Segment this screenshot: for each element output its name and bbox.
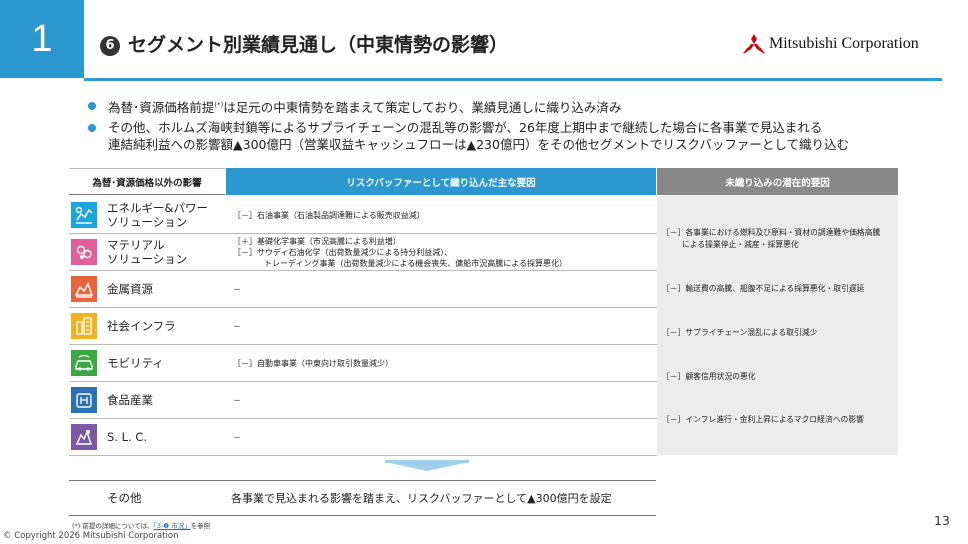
section-number: 1	[31, 17, 53, 60]
segment-buffer-detail: －	[233, 321, 241, 331]
segment-buffer-detail: ［－］石油事業（石油製品調達難による販売収益減）	[233, 210, 425, 220]
segment-buffer-detail: ［＋］基礎化学事業（市況高騰による利益増） ［－］サウディ石油化学（出荷数量減少に…	[233, 236, 567, 268]
potential-factor-item: ［－］顧客信用状況の悪化	[662, 372, 756, 381]
copyright: © Copyright 2026 Mitsubishi Corporation	[3, 531, 179, 541]
table-header-buffer-factors: リスクバッファーとして織り込んだ主な要因	[226, 168, 656, 195]
energy-icon	[71, 202, 97, 228]
segment-buffer-detail: ［－］自動車事業（中東向け取引数量減少）	[233, 358, 393, 368]
bullet-1: 為替･資源価格前提(*)は足元の中東情勢を踏まえて策定しており、業績見通しに織り…	[86, 97, 936, 116]
segment-name: マテリアル ソリューション	[107, 238, 188, 266]
segment-name: S. L. C.	[107, 430, 148, 444]
materials-icon	[71, 239, 97, 265]
page-title: 6 セグメント別業績見通し（中東情勢の影響）	[100, 30, 508, 57]
company-logo: Mitsubishi Corporation	[743, 34, 919, 53]
table-row: マテリアル ソリューション ［＋］基礎化学事業（市況高騰による利益増） ［－］サウディ…	[69, 234, 657, 271]
infrastructure-icon	[71, 313, 97, 339]
title-number-badge: 6	[100, 36, 120, 56]
table-row: 社会インフラ －	[69, 308, 657, 345]
segment-name: モビリティ	[107, 356, 164, 370]
table-header-potential-factors: 未織り込みの潜在的要因	[657, 168, 898, 195]
table-row: S. L. C. －	[69, 419, 657, 456]
other-segment-text: 各事業で見込まれる影響を踏まえ、リスクバッファーとして▲300億円を設定	[231, 492, 612, 505]
section-number-box: 1	[0, 0, 84, 78]
table-row: モビリティ ［－］自動車事業（中東向け取引数量減少）	[69, 345, 657, 382]
title-text: セグメント別業績見通し（中東情勢の影響）	[128, 34, 509, 56]
segment-name: 社会インフラ	[107, 319, 176, 333]
potential-factor-item: ［－］各事業における燃料及び原料・資材の調達難や価格高騰 による操業停止・減産・採…	[662, 228, 881, 249]
three-diamonds-icon	[743, 34, 765, 53]
table-row: 金属資源 －	[69, 271, 657, 308]
segment-buffer-detail: －	[233, 395, 241, 405]
bullet-2: その他、ホルムズ海峡封鎖等によるサプライチェーンの混乱等の影響が、26年度上期中…	[86, 119, 936, 153]
table-row: エネルギー&パワー ソリューション ［－］石油事業（石油製品調達難による販売収益減）	[69, 197, 657, 234]
mineral-icon	[71, 276, 97, 302]
segment-name: エネルギー&パワー ソリューション	[107, 201, 208, 229]
segment-name: 金属資源	[107, 282, 153, 296]
table-row-other: その他 各事業で見込まれる影響を踏まえ、リスクバッファーとして▲300億円を設定	[69, 480, 656, 516]
slc-icon	[71, 424, 97, 450]
summary-bullets: 為替･資源価格前提(*)は足元の中東情勢を踏まえて策定しており、業績見通しに織り…	[86, 97, 936, 156]
segment-name: 食品産業	[107, 393, 153, 407]
potential-factor-item: ［－］輸送費の高騰、船腹不足による採算悪化・取引遅延	[662, 284, 865, 293]
company-name: Mitsubishi Corporation	[769, 34, 919, 52]
mobility-icon	[71, 350, 97, 376]
market-link[interactable]: 「3-❷ 市況」	[154, 522, 191, 530]
header-divider	[84, 78, 942, 81]
other-segment-name: その他	[107, 491, 142, 505]
footnote: (*) 前提の詳細については、「3-❷ 市況」を参照	[72, 522, 211, 530]
food-icon	[71, 387, 97, 413]
segment-buffer-detail: －	[233, 432, 241, 442]
table-row: 食品産業 －	[69, 382, 657, 419]
segment-buffer-detail: －	[233, 284, 241, 294]
page-number: 13	[934, 513, 950, 528]
potential-factor-item: ［－］サプライチェーン混乱による取引減少	[662, 328, 818, 337]
table-header-segment: 為替･資源価格以外の影響	[69, 168, 225, 195]
potential-factor-item: ［－］インフレ進行・金利上昇によるマクロ経済への影響	[662, 415, 864, 424]
down-arrow-icon	[385, 462, 469, 471]
